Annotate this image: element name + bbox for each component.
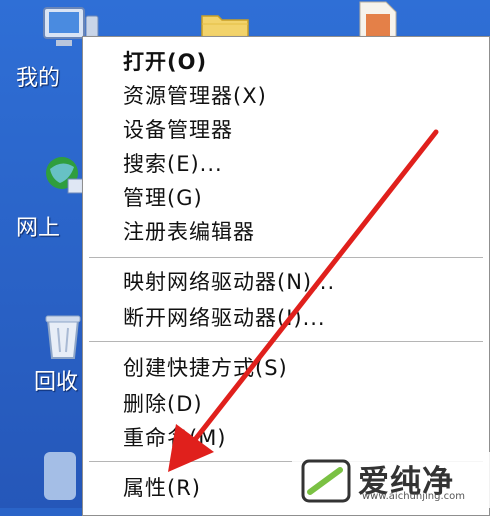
desktop-icon-label: 网上	[16, 216, 61, 241]
menu-item-disconnect-drive[interactable]: 断开网络驱动器(I)...	[123, 301, 326, 335]
menu-item-map-drive[interactable]: 映射网络驱动器(N)...	[123, 265, 335, 299]
logo-url-text: www.aichunjing.com	[362, 491, 465, 502]
blurred-icon	[44, 452, 76, 500]
context-menu: 打开(O) 资源管理器(X) 设备管理器 搜索(E)... 管理(G) 注册表编…	[82, 36, 490, 516]
desktop-icon-label: 我的	[16, 66, 61, 91]
menu-item-explorer[interactable]: 资源管理器(X)	[123, 79, 267, 113]
menu-item-rename[interactable]: 重命名(M)	[123, 421, 227, 455]
logo-mark-icon	[301, 459, 351, 503]
menu-item-delete[interactable]: 删除(D)	[123, 387, 203, 421]
menu-item-properties[interactable]: 属性(R)	[123, 471, 201, 505]
menu-separator	[89, 341, 483, 342]
menu-item-manage[interactable]: 管理(G)	[123, 181, 203, 215]
watermark-logo: 爱纯净 www.aichunjing.com	[292, 452, 490, 508]
menu-item-create-shortcut[interactable]: 创建快捷方式(S)	[123, 351, 288, 385]
menu-item-open[interactable]: 打开(O)	[123, 45, 207, 79]
recycle-bin-icon	[45, 315, 81, 359]
desktop-icon-label: 回收	[34, 370, 79, 395]
menu-item-device-manager[interactable]: 设备管理器	[123, 113, 233, 147]
menu-item-regedit[interactable]: 注册表编辑器	[123, 215, 255, 249]
menu-item-search[interactable]: 搜索(E)...	[123, 147, 223, 181]
menu-separator	[89, 257, 483, 258]
